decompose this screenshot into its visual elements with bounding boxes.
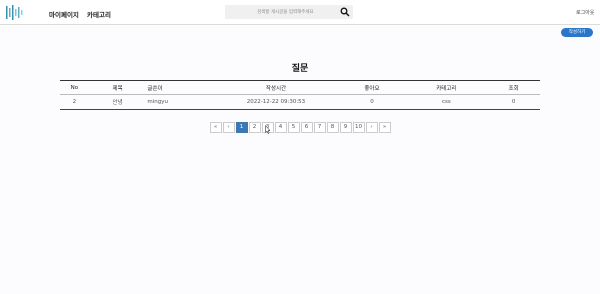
table-row[interactable]: 2 안녕 mingyu 2022-12-22 09:30:53 0 css 0 [60, 95, 540, 110]
logo-icon[interactable] [5, 5, 25, 20]
cell-no: 2 [72, 99, 77, 105]
nav-mypage[interactable]: 마이페이지 [49, 9, 79, 19]
page-button-6[interactable]: 6 [300, 122, 313, 133]
column-header-likes: 좋아요 [364, 85, 380, 92]
top-header: 마이페이지 카테고리 로그아웃 [0, 0, 600, 25]
column-header-category: 카테고리 [436, 85, 457, 92]
page-button-10[interactable]: 10 [352, 122, 365, 133]
page-button-1[interactable]: 1 [235, 122, 248, 133]
cell-author: mingyu [147, 99, 168, 105]
search-input[interactable] [257, 5, 339, 19]
write-button[interactable]: 작성하기 [561, 28, 593, 37]
logout-link[interactable]: 로그아웃 [576, 9, 594, 16]
search-icon[interactable] [340, 7, 350, 17]
page-next-button[interactable]: › [365, 122, 378, 133]
pagination: « ‹ 1 2 3 4 5 6 7 8 9 10 › » [0, 122, 600, 133]
cell-views: 0 [511, 99, 516, 105]
search-box [225, 5, 353, 19]
nav-category[interactable]: 카테고리 [87, 9, 111, 19]
page-title: 질문 [291, 64, 309, 74]
column-header-views: 조회 [508, 85, 519, 92]
page-button-2[interactable]: 2 [248, 122, 261, 133]
page-button-7[interactable]: 7 [313, 122, 326, 133]
page-button-4[interactable]: 4 [274, 122, 287, 133]
mouse-cursor-icon [265, 125, 271, 134]
table-header-row: No 제목 글쓴이 작성시간 좋아요 카테고리 조회 [60, 80, 540, 95]
column-header-title: 제목 [112, 85, 123, 92]
column-header-time: 작성시간 [265, 85, 287, 92]
cell-likes: 0 [370, 99, 374, 105]
column-header-author: 글쓴이 [147, 85, 163, 92]
page-last-button[interactable]: » [378, 122, 391, 133]
cell-time: 2022-12-22 09:30:53 [246, 99, 306, 105]
page-prev-button[interactable]: ‹ [222, 122, 235, 133]
post-table: No 제목 글쓴이 작성시간 좋아요 카테고리 조회 2 안녕 mingyu 2… [60, 80, 540, 110]
cell-title[interactable]: 안녕 [89, 95, 147, 110]
page-button-8[interactable]: 8 [326, 122, 339, 133]
page-button-5[interactable]: 5 [287, 122, 300, 133]
column-header-no: No [70, 84, 79, 91]
page-first-button[interactable]: « [209, 122, 222, 133]
page-button-9[interactable]: 9 [339, 122, 352, 133]
cell-category: css [441, 99, 451, 105]
